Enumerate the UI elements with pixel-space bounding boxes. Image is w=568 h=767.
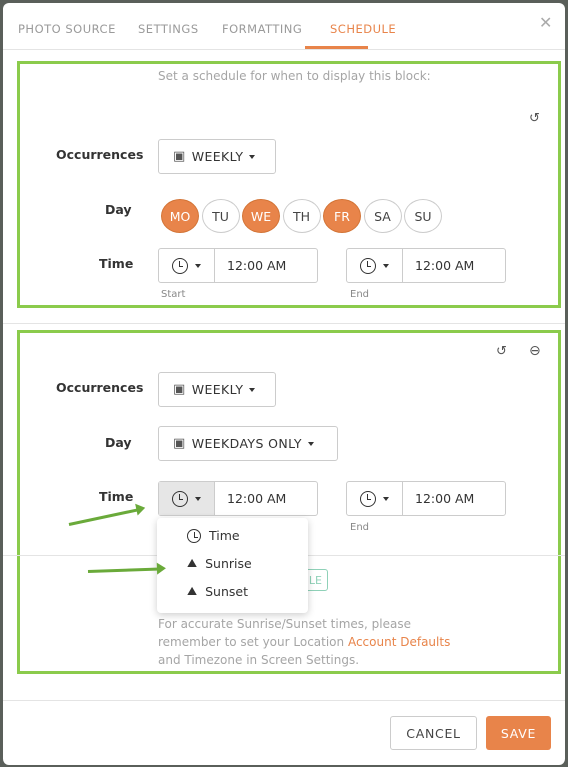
note-text: and Timezone in Screen Settings. [158, 653, 360, 667]
divider [3, 49, 565, 50]
end-label: End [350, 289, 370, 300]
end-time-value[interactable]: 12:00 AM [403, 249, 474, 282]
caret-down-icon [249, 387, 256, 392]
day-toggle-th[interactable]: TH [282, 199, 321, 233]
caret-down-icon [383, 263, 389, 268]
day-toggle-fr[interactable]: FR [323, 199, 361, 233]
end-label: End [350, 522, 370, 533]
day-dropdown[interactable]: ▣ WEEKDAYS ONLY [158, 426, 338, 461]
occurrences-label: Occurrences [56, 147, 144, 162]
cancel-button[interactable]: CANCEL [390, 716, 477, 750]
button-label-fragment: LE [308, 573, 322, 587]
occurrence-dropdown[interactable]: ▣ WEEKLY [158, 372, 276, 407]
end-time-value[interactable]: 12:00 AM [403, 482, 474, 515]
start-time-input[interactable]: 12:00 AM [158, 481, 318, 516]
reset-icon[interactable]: ↺ [529, 111, 540, 126]
day-value: WEEKDAYS ONLY [191, 436, 302, 451]
menu-label: Time [209, 528, 240, 543]
reset-icon[interactable]: ↺ [496, 344, 507, 359]
menu-label: Sunset [205, 584, 248, 599]
save-button[interactable]: SAVE [486, 716, 551, 750]
day-label: Day [105, 202, 132, 217]
occurrences-label: Occurrences [56, 380, 144, 395]
day-toggle-we[interactable]: WE [242, 199, 280, 233]
tab-schedule[interactable]: SCHEDULE [330, 22, 396, 36]
calendar-icon: ▣ [173, 382, 186, 397]
menu-item-sunrise[interactable]: ⛰ Sunrise [187, 556, 252, 571]
start-time-value[interactable]: 12:00 AM [215, 249, 286, 282]
day-toggle-tu[interactable]: TU [201, 199, 240, 233]
start-time-input[interactable]: 12:00 AM [158, 248, 318, 283]
sunrise-icon: ⛰ [187, 556, 198, 570]
clock-icon [187, 528, 201, 543]
clock-icon [360, 490, 376, 507]
start-time-value[interactable]: 12:00 AM [215, 482, 286, 515]
menu-item-sunset[interactable]: ⛰ Sunset [187, 584, 248, 599]
time-type-dropdown[interactable] [159, 249, 215, 282]
sunrise-note: For accurate Sunrise/Sunset times, pleas… [158, 615, 458, 669]
day-label: Day [105, 435, 132, 450]
caret-down-icon [383, 496, 389, 501]
day-toggle-su[interactable]: SU [404, 199, 442, 233]
end-time-input[interactable]: 12:00 AM [346, 248, 506, 283]
start-label: Start [161, 289, 186, 300]
time-type-dropdown[interactable] [347, 249, 403, 282]
occurrence-dropdown[interactable]: ▣ WEEKLY [158, 139, 276, 174]
caret-down-icon [195, 496, 201, 501]
end-time-input[interactable]: 12:00 AM [346, 481, 506, 516]
divider [3, 700, 565, 701]
clock-icon [360, 257, 376, 274]
day-toggle-sa[interactable]: SA [363, 199, 402, 233]
time-type-menu: Time ⛰ Sunrise ⛰ Sunset [157, 518, 308, 613]
time-type-dropdown-open[interactable] [159, 482, 215, 515]
caret-down-icon [307, 441, 314, 446]
close-icon[interactable]: ✕ [539, 13, 552, 32]
time-type-dropdown[interactable] [347, 482, 403, 515]
caret-down-icon [249, 154, 256, 159]
clock-icon [172, 257, 188, 274]
occurrence-value: WEEKLY [191, 382, 244, 397]
intro-text: Set a schedule for when to display this … [158, 69, 431, 83]
caret-down-icon [195, 263, 201, 268]
sunset-icon: ⛰ [187, 584, 198, 598]
schedule-modal: PHOTO SOURCE SETTINGS FORMATTING SCHEDUL… [3, 3, 565, 765]
menu-label: Sunrise [205, 556, 252, 571]
menu-item-time[interactable]: Time [187, 528, 240, 543]
tab-settings[interactable]: SETTINGS [138, 22, 199, 36]
calendar-icon: ▣ [173, 436, 186, 451]
remove-icon[interactable]: ⊖ [529, 343, 541, 359]
clock-icon [172, 490, 188, 507]
time-label: Time [99, 489, 134, 504]
account-defaults-link[interactable]: Account Defaults [348, 635, 450, 649]
calendar-icon: ▣ [173, 149, 186, 164]
tab-photo-source[interactable]: PHOTO SOURCE [18, 22, 116, 36]
tab-formatting[interactable]: FORMATTING [222, 22, 302, 36]
day-toggle-mo[interactable]: MO [161, 199, 199, 233]
occurrence-value: WEEKLY [191, 149, 244, 164]
time-label: Time [99, 256, 134, 271]
divider [3, 323, 565, 324]
